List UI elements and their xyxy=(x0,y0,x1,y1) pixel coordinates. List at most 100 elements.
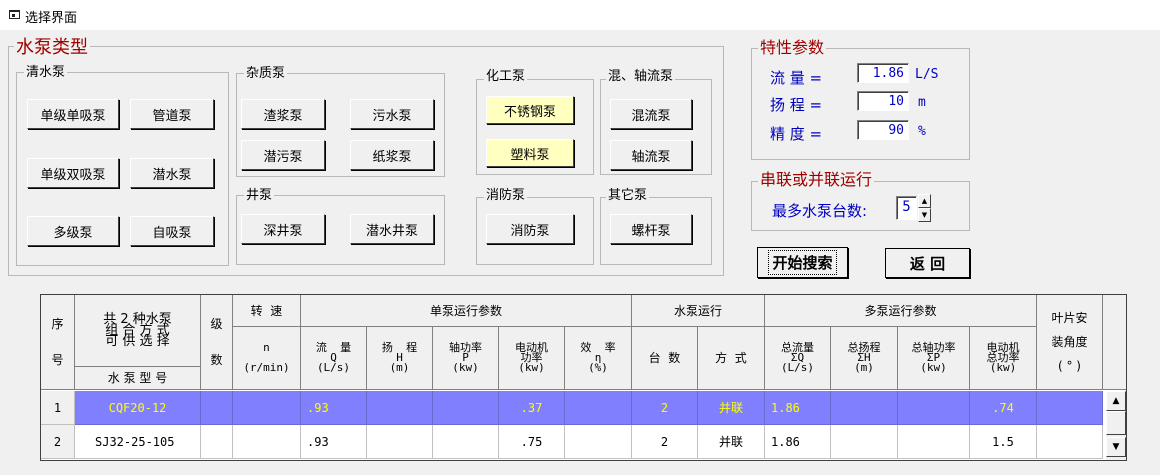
table-scrollbar[interactable]: ▲ ▼ xyxy=(1106,391,1126,460)
back-label: 返 回 xyxy=(909,254,946,273)
row1-motor[interactable]: .37 xyxy=(499,391,565,425)
row2-eff[interactable] xyxy=(565,425,632,459)
row2-stages[interactable] xyxy=(201,425,233,459)
slurry-pump-button[interactable]: 渣浆泵 xyxy=(241,99,325,129)
header-single-group: 单泵运行参数 xyxy=(301,295,632,327)
accuracy-unit: % xyxy=(918,124,926,139)
header-model: 水 泵 型 号 xyxy=(75,367,201,390)
row2-blade[interactable] xyxy=(1037,425,1103,459)
row1-flow[interactable]: .93 xyxy=(301,391,367,425)
header-speed: 转 速 xyxy=(233,295,301,327)
row2-shaft[interactable] xyxy=(433,425,499,459)
spin-up-icon[interactable]: ▲ xyxy=(918,194,931,208)
head-input[interactable]: 10 xyxy=(857,91,909,111)
row1-count[interactable]: 2 xyxy=(632,391,698,425)
row2-flow[interactable]: .93 xyxy=(301,425,367,459)
scroll-up-icon[interactable]: ▲ xyxy=(1106,391,1126,411)
submersible-well-pump-button[interactable]: 潜水井泵 xyxy=(350,214,434,244)
fire-pump-button[interactable]: 消防泵 xyxy=(486,214,574,244)
axial-flow-pump-button[interactable]: 轴流泵 xyxy=(610,140,692,170)
row1-speed[interactable] xyxy=(233,391,301,425)
row1-blade[interactable] xyxy=(1037,391,1103,425)
stainless-steel-pump-button[interactable]: 不锈钢泵 xyxy=(486,96,574,124)
sewage-pump-button[interactable]: 污水泵 xyxy=(350,99,434,129)
max-pumps-input[interactable]: 5 xyxy=(896,196,917,220)
plastic-pump-button[interactable]: 塑料泵 xyxy=(486,139,574,167)
row1-stages[interactable] xyxy=(201,391,233,425)
max-pumps-spinner[interactable]: ▲ ▼ xyxy=(918,194,931,222)
self-priming-pump-button[interactable]: 自吸泵 xyxy=(130,216,214,246)
well-pump-label: 井泵 xyxy=(244,188,275,204)
submersible-sewage-pump-button[interactable]: 潜污泵 xyxy=(241,140,325,170)
row1-total-motor[interactable]: .74 xyxy=(970,391,1037,425)
header-flow: 流 量 Q (L/s) xyxy=(301,327,367,390)
multistage-pump-button[interactable]: 多级泵 xyxy=(27,216,119,246)
header-head: 扬 程 H (m) xyxy=(367,327,433,390)
head-unit: m xyxy=(918,95,926,110)
row2-mode[interactable]: 并联 xyxy=(698,425,765,459)
row1-model[interactable]: CQF20-12 xyxy=(75,391,201,425)
header-blade-angle: 叶片安 装角度 ( ° ) xyxy=(1037,295,1103,390)
header-seq: 序 号 xyxy=(41,295,75,390)
submersible-pump-button[interactable]: 潜水泵 xyxy=(130,158,214,188)
window-title: 选择界面 xyxy=(25,11,78,26)
row1-mode[interactable]: 并联 xyxy=(698,391,765,425)
single-stage-double-suction-button[interactable]: 单级双吸泵 xyxy=(27,158,119,188)
other-pump-label: 其它泵 xyxy=(606,188,650,204)
scrollbar-thumb[interactable] xyxy=(1106,411,1126,435)
max-pumps-label: 最多水泵台数: xyxy=(772,202,868,220)
mixed-flow-pump-button[interactable]: 混流泵 xyxy=(610,99,692,129)
row1-no[interactable]: 1 xyxy=(41,391,75,425)
back-button[interactable]: 返 回 xyxy=(885,248,970,278)
row2-no[interactable]: 2 xyxy=(41,425,75,459)
row2-total-flow[interactable]: 1.86 xyxy=(765,425,831,459)
header-count: 台 数 xyxy=(632,327,698,390)
row2-model[interactable]: SJ32-25-105 xyxy=(75,425,201,459)
accuracy-label: 精 度 = xyxy=(770,125,823,143)
pipeline-pump-button[interactable]: 管道泵 xyxy=(130,99,214,129)
paper-pulp-pump-button[interactable]: 纸浆泵 xyxy=(350,140,434,170)
title-bar: 选择界面 xyxy=(0,0,1160,30)
clean-water-label: 清水泵 xyxy=(24,65,68,81)
row2-total-motor[interactable]: 1.5 xyxy=(970,425,1037,459)
row1-total-head[interactable] xyxy=(831,391,898,425)
start-search-button[interactable]: 开始搜索 xyxy=(757,247,848,278)
head-label: 扬 程 = xyxy=(770,96,823,114)
header-motor-power: 电动机 功率 (kw) xyxy=(499,327,565,390)
deep-well-pump-button[interactable]: 深井泵 xyxy=(241,214,325,244)
row1-eff[interactable] xyxy=(565,391,632,425)
header-mode: 方 式 xyxy=(698,327,765,390)
header-total-head: 总扬程 ΣH (m) xyxy=(831,327,898,390)
flow-input[interactable]: 1.86 xyxy=(857,63,909,83)
header-total-motor-power: 电动机 总功率 (kw) xyxy=(970,327,1037,390)
flow-unit: L/S xyxy=(915,67,939,82)
params-title: 特性参数 xyxy=(758,38,827,57)
row2-count[interactable]: 2 xyxy=(632,425,698,459)
spin-down-icon[interactable]: ▼ xyxy=(918,208,931,222)
impurity-pump-label: 杂质泵 xyxy=(244,66,288,82)
header-speed-unit: n (r/min) xyxy=(233,327,301,390)
single-stage-single-suction-button[interactable]: 单级单吸泵 xyxy=(27,99,119,129)
row2-head[interactable] xyxy=(367,425,433,459)
row1-shaft[interactable] xyxy=(433,391,499,425)
row2-speed[interactable] xyxy=(233,425,301,459)
row2-motor[interactable]: .75 xyxy=(499,425,565,459)
flow-label: 流 量 = xyxy=(770,69,823,87)
window-icon xyxy=(9,10,20,19)
fire-pump-label: 消防泵 xyxy=(484,188,528,204)
row1-total-flow[interactable]: 1.86 xyxy=(765,391,831,425)
header-combo: 共 2 种水泵 组 合 方 式 可 供 选 择 xyxy=(75,295,201,367)
row2-total-shaft[interactable] xyxy=(898,425,970,459)
row2-total-head[interactable] xyxy=(831,425,898,459)
header-stages: 级 数 xyxy=(201,295,233,390)
row1-total-shaft[interactable] xyxy=(898,391,970,425)
screw-pump-button[interactable]: 螺杆泵 xyxy=(610,214,692,244)
accuracy-input[interactable]: 90 xyxy=(857,120,909,140)
scroll-down-icon[interactable]: ▼ xyxy=(1106,437,1126,457)
pump-type-title: 水泵类型 xyxy=(14,37,90,58)
mixed-axial-pump-label: 混、轴流泵 xyxy=(606,69,676,85)
results-table[interactable]: 序 号 共 2 种水泵 组 合 方 式 可 供 选 择 水 泵 型 号 级 数 … xyxy=(40,294,1127,461)
series-parallel-title: 串联或并联运行 xyxy=(758,170,875,189)
chemical-pump-label: 化工泵 xyxy=(484,69,528,85)
row1-head[interactable] xyxy=(367,391,433,425)
